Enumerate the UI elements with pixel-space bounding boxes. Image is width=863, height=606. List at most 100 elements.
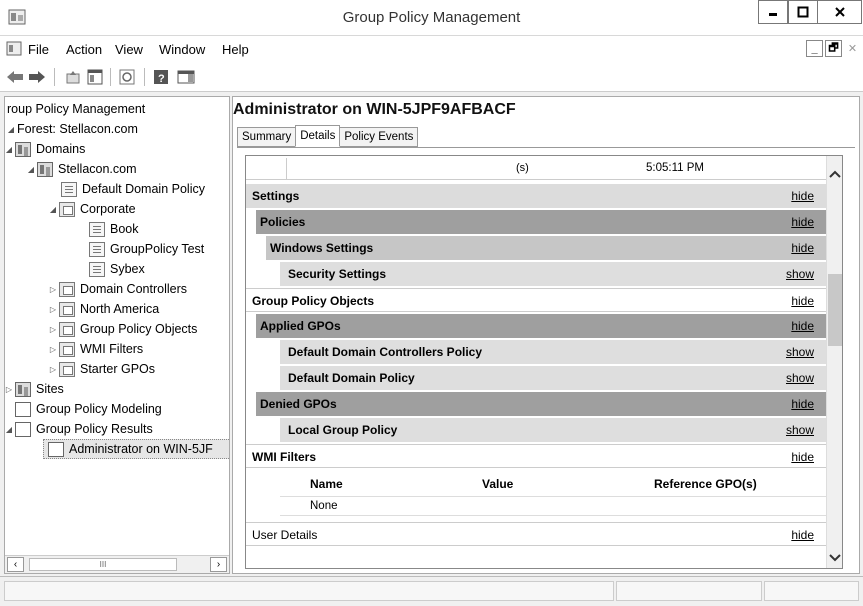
tree-item-forest[interactable]: ◢ Forest: Stellacon.com: [5, 119, 138, 139]
tree-item-starter-gpos[interactable]: ▷ Starter GPOs: [47, 359, 155, 379]
close-icon: [834, 7, 845, 17]
tree-item-sybex[interactable]: Sybex: [89, 259, 145, 279]
collapse-arrow-icon[interactable]: ▷: [5, 385, 15, 394]
menu-view[interactable]: View: [115, 42, 143, 57]
minimize-button[interactable]: [758, 0, 788, 24]
collapse-arrow-icon[interactable]: ▷: [47, 365, 59, 374]
section-next-partial: [246, 548, 826, 568]
toggle-link[interactable]: hide: [791, 241, 814, 255]
up-folder-button[interactable]: [64, 67, 82, 87]
toggle-link[interactable]: show: [786, 267, 814, 281]
scroll-left-icon[interactable]: ‹: [7, 557, 24, 572]
expand-arrow-icon[interactable]: ◢: [5, 125, 17, 134]
tab-policy-events[interactable]: Policy Events: [339, 127, 419, 147]
expand-arrow-icon[interactable]: ◢: [5, 145, 15, 154]
section-label: Settings: [252, 189, 300, 203]
tree-item-label: roup Policy Management: [7, 102, 146, 116]
toggle-link[interactable]: hide: [791, 397, 814, 411]
collapse-arrow-icon[interactable]: ▷: [47, 285, 59, 294]
tree-item-group-policy-results[interactable]: ◢ Group Policy Results: [5, 419, 153, 439]
scroll-thumb[interactable]: III: [29, 558, 177, 571]
tree-item-north-america[interactable]: ▷ North America: [47, 299, 159, 319]
tree-item-label: Starter GPOs: [80, 362, 156, 376]
help-button[interactable]: ?: [152, 67, 170, 87]
expand-arrow-icon[interactable]: ◢: [25, 165, 37, 174]
menu-help[interactable]: Help: [222, 42, 249, 57]
chevron-down-icon[interactable]: [827, 550, 842, 566]
toggle-link[interactable]: show: [786, 345, 814, 359]
tree-item-book[interactable]: Book: [89, 219, 139, 239]
summary-timestamp-row: (s) 5:05:11 PM: [246, 158, 826, 180]
mdi-minimize-button[interactable]: _: [806, 40, 823, 57]
toggle-link[interactable]: hide: [791, 294, 814, 308]
section-applied-gpos: Applied GPOs hide: [256, 314, 826, 338]
tab-details[interactable]: Details: [295, 125, 341, 147]
show-action-pane-button[interactable]: [176, 67, 196, 87]
tree-item-stellacon[interactable]: ◢ Stellacon.com: [25, 159, 137, 179]
expand-arrow-icon[interactable]: ◢: [5, 425, 15, 434]
toggle-link[interactable]: hide: [791, 215, 814, 229]
toggle-link[interactable]: hide: [791, 528, 814, 542]
gpo-link-icon: [89, 261, 105, 277]
status-bar: [0, 576, 863, 606]
collapse-arrow-icon[interactable]: ▷: [47, 325, 59, 334]
tree-item-default-domain-policy[interactable]: Default Domain Policy: [61, 179, 205, 199]
expand-arrow-icon[interactable]: ◢: [47, 205, 59, 214]
tree-item-label: Administrator on WIN-5JF: [69, 442, 213, 456]
tree-item-administrator-result[interactable]: Administrator on WIN-5JF: [43, 439, 229, 459]
close-button[interactable]: [818, 0, 862, 24]
gpo-default-domain-policy: Default Domain Policy show: [280, 366, 826, 390]
modeling-icon: [15, 401, 31, 417]
timestamp-suffix: (s): [516, 162, 529, 174]
gpo-label: Default Domain Policy: [288, 371, 415, 385]
tree-item-group-policy-objects[interactable]: ▷ Group Policy Objects: [47, 319, 197, 339]
menu-window[interactable]: Window: [159, 42, 205, 57]
tree-item-domain-controllers[interactable]: ▷ Domain Controllers: [47, 279, 187, 299]
tree-item-group-policy-modeling[interactable]: Group Policy Modeling: [15, 399, 162, 419]
toggle-link[interactable]: show: [786, 371, 814, 385]
chevron-up-icon[interactable]: [827, 166, 842, 182]
collapse-arrow-icon[interactable]: ▷: [47, 345, 59, 354]
section-policies: Policies hide: [256, 210, 826, 234]
toolbar-separator: [110, 68, 111, 86]
section-label: Denied GPOs: [260, 397, 337, 411]
report-vertical-scrollbar[interactable]: [826, 156, 842, 568]
mdi-restore-button[interactable]: 🗗: [825, 40, 842, 57]
toggle-link[interactable]: hide: [791, 319, 814, 333]
scroll-thumb[interactable]: [828, 274, 842, 346]
maximize-icon: [797, 6, 809, 18]
back-button[interactable]: [6, 67, 24, 87]
toggle-link[interactable]: hide: [791, 450, 814, 464]
gpo-label: Default Domain Controllers Policy: [288, 345, 483, 359]
column-header-reference: Reference GPO(s): [654, 477, 757, 491]
tree-item-corporate[interactable]: ◢ Corporate: [47, 199, 136, 219]
minimize-icon: [769, 13, 777, 16]
forward-button[interactable]: [28, 67, 46, 87]
result-title: Administrator on WIN-5JPF9AFBACF: [233, 101, 516, 118]
section-label: Applied GPOs: [260, 319, 341, 333]
tree-item-grouppolicy-test[interactable]: GroupPolicy Test: [89, 239, 204, 259]
tree-item-label: Book: [110, 222, 139, 236]
tree-item-root[interactable]: roup Policy Management: [7, 99, 145, 119]
tree-item-label: Default Domain Policy: [82, 182, 205, 196]
menu-file[interactable]: File: [28, 42, 49, 57]
mdi-close-button[interactable]: ✕: [844, 40, 861, 57]
tab-strip: Summary Details Policy Events: [237, 125, 419, 147]
report-view: (s) 5:05:11 PM Settings hide Policies hi…: [245, 155, 843, 569]
collapse-arrow-icon[interactable]: ▷: [47, 305, 59, 314]
tab-summary[interactable]: Summary: [237, 127, 297, 147]
toggle-link[interactable]: show: [786, 423, 814, 437]
tree-item-sites[interactable]: ▷ Sites: [5, 379, 64, 399]
maximize-button[interactable]: [788, 0, 818, 24]
tree-item-wmi-filters[interactable]: ▷ WMI Filters: [47, 339, 143, 359]
domains-icon: [15, 141, 31, 157]
toggle-link[interactable]: hide: [791, 189, 814, 203]
show-hide-tree-button[interactable]: [86, 67, 104, 87]
scroll-right-icon[interactable]: ›: [210, 557, 227, 572]
tree-item-domains[interactable]: ◢ Domains: [5, 139, 85, 159]
section-denied-gpos: Denied GPOs hide: [256, 392, 826, 416]
menu-action[interactable]: Action: [66, 42, 102, 57]
refresh-button[interactable]: [118, 67, 136, 87]
tree-item-label: WMI Filters: [80, 342, 144, 356]
tree-horizontal-scrollbar[interactable]: ‹ III ›: [5, 555, 229, 573]
